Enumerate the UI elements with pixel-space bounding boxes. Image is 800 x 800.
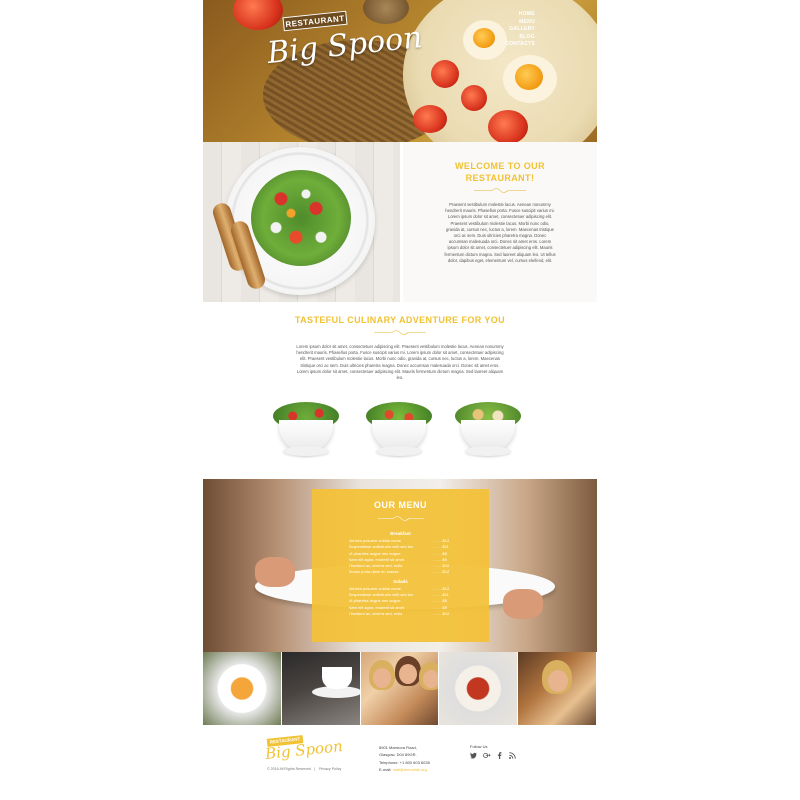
salad-bowl-image [366, 398, 432, 460]
salad-photo [203, 142, 400, 302]
salad-image [251, 170, 351, 266]
tomato-slice-image [413, 105, 447, 133]
egg-yolk-image [473, 28, 495, 48]
twitter-icon[interactable] [470, 752, 477, 760]
adventure-title: TASTEFUL CULINARY ADVENTURE FOR YOU [294, 315, 506, 325]
egg-yolk-image [515, 64, 543, 90]
menu-category-salads: Salads [393, 578, 408, 584]
address-line-1: 8901 Marmora Road, [379, 745, 417, 750]
nav-gallery[interactable]: GALLERY [505, 26, 535, 34]
menu-item[interactable]: Tincidunt ac, viverra sed, nulla........… [312, 611, 489, 617]
gallery-image-friends[interactable] [360, 652, 440, 725]
salad-bowl-image [455, 398, 521, 460]
gallery-image-soup[interactable] [203, 652, 282, 725]
hero-banner: RESTAURANT Big Spoon HOME MENU GALLERY B… [203, 0, 597, 142]
follow-us-label: Follow Us [470, 744, 488, 749]
adventure-body: Lorem ipsum dolor sit amet, consectetuer… [296, 344, 504, 381]
chef-hand-image [255, 557, 295, 587]
nav-blog[interactable]: BLOG [505, 34, 535, 42]
salad-bowl-image [273, 398, 339, 460]
welcome-body: Praesent vestibulum molestie lacus. Aene… [444, 202, 556, 263]
tomato-slice-image [461, 85, 487, 111]
ornament-divider-icon [474, 188, 526, 193]
nav-contacts[interactable]: CONTACTS [505, 41, 535, 49]
email-row: E-mail: mail@demolink.org [379, 766, 430, 773]
page: RESTAURANT Big Spoon HOME MENU GALLERY B… [203, 0, 597, 800]
facebook-icon[interactable] [496, 752, 503, 760]
main-nav: HOME MENU GALLERY BLOG CONTACTS [505, 11, 535, 49]
gallery-image-pasta[interactable] [439, 652, 519, 725]
gallery-image-coffee[interactable] [281, 652, 361, 725]
ornament-divider-icon [377, 516, 424, 521]
spice-bowl-image [363, 0, 409, 24]
email-label: E-mail: [379, 767, 392, 773]
menu-item[interactable]: Donec porta diam eu massa..........$12 [312, 569, 489, 575]
chef-hand-image [503, 589, 543, 619]
ornament-divider-icon [374, 330, 426, 335]
footer: RESTAURANT Big Spoon © 2016 All Rights R… [203, 725, 597, 800]
telephone: Telephone: +1 800 603 6035 [379, 759, 430, 765]
privacy-policy-link[interactable]: Privacy Policy [319, 767, 341, 771]
tomato-image [233, 0, 283, 30]
gallery-image-wine[interactable] [518, 652, 597, 725]
footer-address: 8901 Marmora Road, Glasgow, D04 89GR. Te… [379, 744, 430, 774]
address-line-2: Glasgow, D04 89GR. [379, 752, 417, 758]
rss-icon[interactable] [509, 752, 516, 760]
copyright-text: © 2016 All Rights Reserved [267, 767, 311, 771]
menu-section: OUR MENU Breakfast Ultrices posuere cubi… [203, 479, 597, 652]
social-icons [470, 752, 516, 760]
welcome-title: WELCOME TO OUR RESTAURANT! [455, 161, 545, 183]
email-link[interactable]: mail@demolink.org [393, 767, 427, 772]
adventure-section: TASTEFUL CULINARY ADVENTURE FOR YOU Lore… [203, 302, 597, 479]
menu-category-breakfast: Breakfast [390, 531, 411, 536]
welcome-section: WELCOME TO OUR RESTAURANT! Praesent vest… [203, 142, 597, 302]
gallery-strip [203, 652, 597, 725]
tomato-slice-image [488, 110, 528, 142]
nav-home[interactable]: HOME [505, 11, 535, 19]
google-plus-icon[interactable] [483, 752, 491, 760]
menu-panel: OUR MENU Breakfast Ultrices posuere cubi… [312, 489, 489, 642]
tomato-slice-image [431, 60, 459, 88]
nav-menu[interactable]: MENU [505, 19, 535, 27]
footer-copyright: © 2016 All Rights Reserved | Privacy Poli… [267, 767, 342, 771]
welcome-text-panel: WELCOME TO OUR RESTAURANT! Praesent vest… [403, 142, 597, 302]
menu-title: OUR MENU [374, 500, 427, 510]
